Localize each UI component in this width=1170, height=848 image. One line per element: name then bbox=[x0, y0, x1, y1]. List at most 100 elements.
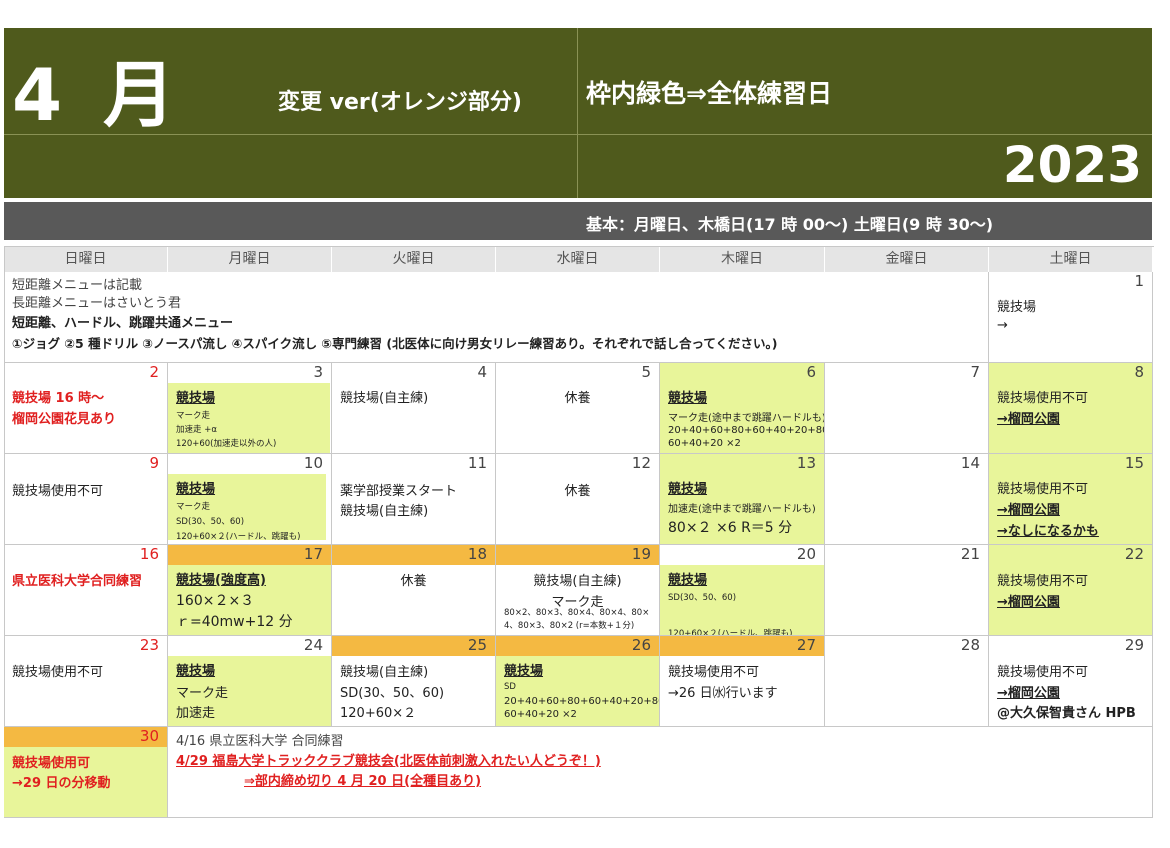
day-number: 29 bbox=[1124, 636, 1144, 654]
day-number: 23 bbox=[139, 636, 159, 654]
day-title: 競技場 bbox=[176, 664, 216, 679]
day-text: 4、80×3、80×2 (r=本数+１分) bbox=[504, 621, 635, 631]
events-note-cell: 4/16 県立医科大学 合同練習 4/29 福島大学トラッククラブ競技会(北医体… bbox=[168, 727, 1153, 818]
day-number: 22 bbox=[1124, 545, 1144, 563]
day-text: 120+60×２(ハードル、跳躍も) bbox=[668, 629, 793, 636]
day-title: 競技場 bbox=[668, 482, 708, 497]
day-cell-19[interactable]: 19 競技場(自主練) マーク走 80×2、80×3、80×4、80×4、80×… bbox=[496, 545, 660, 636]
day-number: 24 bbox=[303, 636, 323, 654]
day-text: 競技場使用可 bbox=[12, 756, 91, 771]
day-text: 休養 bbox=[400, 574, 427, 589]
day-text: 競技場(自主練) bbox=[533, 574, 622, 589]
day-cell-16[interactable]: 16 県立医科大学合同練習 bbox=[4, 545, 168, 636]
day-cell-7[interactable]: 7 bbox=[825, 363, 989, 454]
day-text: 120+60×２(ハードル、跳躍も) bbox=[176, 532, 301, 542]
day-number: 7 bbox=[970, 363, 980, 381]
day-number: 2 bbox=[149, 363, 159, 381]
day-text: 80×２ ×6 R＝5 分 bbox=[668, 520, 793, 536]
day-cell-12[interactable]: 12 休養 bbox=[496, 454, 660, 545]
day-text: 競技場(自主練) bbox=[340, 665, 429, 680]
month-title: 4 月 bbox=[12, 53, 184, 137]
day-cell-28[interactable]: 28 bbox=[825, 636, 989, 727]
day-text: →榴岡公園 bbox=[997, 412, 1060, 427]
day-text: 160×２×３ bbox=[176, 593, 255, 609]
day-text: マーク走 bbox=[176, 411, 211, 421]
day-text: →榴岡公園 bbox=[997, 595, 1060, 610]
day-number: 26 bbox=[631, 636, 651, 654]
notes-cell: 短距離メニューは記載 長距離メニューはさいとう君 短距離、ハードル、跳躍共通メニ… bbox=[4, 272, 989, 363]
day-text: 競技場 16 時～ bbox=[12, 391, 105, 406]
day-text: 競技場使用不可 bbox=[12, 484, 104, 499]
day-text: SD(30、50、60) bbox=[340, 686, 445, 701]
day-cell-4[interactable]: 4 競技場(自主練) bbox=[332, 363, 496, 454]
day-title: 競技場 bbox=[668, 573, 708, 588]
event-line-3: ⇒部内締め切り 4 月 20 日(全種目あり) bbox=[244, 774, 482, 789]
day-text: 競技場使用不可 bbox=[997, 391, 1089, 406]
day-cell-27[interactable]: 27 競技場使用不可 →26 日㈬行います bbox=[660, 636, 825, 727]
day-text: 競技場 bbox=[997, 300, 1037, 315]
day-number: 1 bbox=[1134, 272, 1144, 290]
day-cell-3[interactable]: 3 競技場 マーク走 加速走 +α 120+60(加速走以外の人) bbox=[168, 363, 332, 454]
note-line-4: ①ジョグ ②5 種ドリル ③ノースパ流し ④スパイク流し ⑤専門練習 (北医体に… bbox=[12, 336, 778, 351]
day-text: 競技場使用不可 bbox=[12, 665, 104, 680]
day-text: 休養 bbox=[564, 484, 591, 499]
day-cell-5[interactable]: 5 休養 bbox=[496, 363, 660, 454]
day-number: 4 bbox=[477, 363, 487, 381]
day-cell-10[interactable]: 10 競技場 マーク走 SD(30、50、60) 120+60×２(ハードル、跳… bbox=[168, 454, 332, 545]
day-cell-26[interactable]: 26 競技場 SD 20+40+60+80+60+40+20+80+ 60+40… bbox=[496, 636, 660, 727]
event-line-2: 4/29 福島大学トラッククラブ競技会(北医体前刺激入れたい人どうぞ！) bbox=[176, 754, 601, 769]
day-cell-18[interactable]: 18 休養 bbox=[332, 545, 496, 636]
day-number: 11 bbox=[467, 454, 487, 472]
day-cell-2[interactable]: 2 競技場 16 時～ 榴岡公園花見あり bbox=[4, 363, 168, 454]
day-number: 5 bbox=[641, 363, 651, 381]
day-number: 8 bbox=[1134, 363, 1144, 381]
day-cell-17[interactable]: 17 競技場(強度高) 160×２×３ ｒ=40mw+12 分 bbox=[168, 545, 332, 636]
day-text: → bbox=[997, 318, 1008, 333]
day-cell-22[interactable]: 22 競技場使用不可 →榴岡公園 bbox=[989, 545, 1153, 636]
day-text: 競技場(自主練) bbox=[340, 504, 429, 519]
day-cell-15[interactable]: 15 競技場使用不可 →榴岡公園 →なしになるかも bbox=[989, 454, 1153, 545]
day-cell-20[interactable]: 20 競技場 SD(30、50、60) 120+60×２(ハードル、跳躍も) bbox=[660, 545, 825, 636]
day-number: 13 bbox=[796, 454, 816, 472]
day-text: 60+40+20 ×2 bbox=[504, 709, 577, 720]
day-text: SD(30、50、60) bbox=[668, 593, 737, 603]
day-cell-13[interactable]: 13 競技場 加速走(途中まで跳躍ハードルも) 80×２ ×6 R＝5 分 bbox=[660, 454, 825, 545]
legend-note: 枠内緑色⇒全体練習日 bbox=[586, 79, 832, 108]
day-cell-6[interactable]: 6 競技場 マーク走(途中まで跳躍ハードルも) 20+40+60+80+60+4… bbox=[660, 363, 825, 454]
day-number: 27 bbox=[796, 636, 816, 654]
day-number: 20 bbox=[796, 545, 816, 563]
day-text: ｒ=40mw+12 分 bbox=[176, 614, 293, 630]
day-text: 休養 bbox=[564, 391, 591, 406]
day-text: 20+40+60+80+60+40+20+80+ bbox=[504, 696, 660, 707]
day-cell-23[interactable]: 23 競技場使用不可 bbox=[4, 636, 168, 727]
day-number: 17 bbox=[303, 545, 323, 563]
day-text: マーク走 bbox=[176, 686, 229, 701]
day-cell-1[interactable]: 1 競技場 → bbox=[989, 272, 1153, 363]
day-text: 60+40+20 ×2 bbox=[668, 438, 741, 449]
day-number: 10 bbox=[303, 454, 323, 472]
day-cell-30[interactable]: 30 競技場使用可 →29 日の分移動 bbox=[4, 727, 168, 818]
day-title: 競技場(強度高) bbox=[176, 573, 266, 588]
day-number: 25 bbox=[467, 636, 487, 654]
day-text: 榴岡公園花見あり bbox=[12, 412, 117, 427]
day-text: 120+60(加速走以外の人) bbox=[176, 439, 277, 449]
change-note: 変更 ver(オレンジ部分) bbox=[278, 90, 522, 115]
year-title: 2023 bbox=[1002, 136, 1142, 194]
day-cell-21[interactable]: 21 bbox=[825, 545, 989, 636]
day-cell-29[interactable]: 29 競技場使用不可 →榴岡公園 @大久保智貴さん HPB bbox=[989, 636, 1153, 727]
day-text: 20+40+60+80+60+40+20+80+ bbox=[668, 425, 825, 436]
day-cell-14[interactable]: 14 bbox=[825, 454, 989, 545]
day-text: @大久保智貴さん HPB bbox=[997, 706, 1136, 721]
day-text: →29 日の分移動 bbox=[12, 776, 111, 791]
banner-divider-vertical bbox=[577, 28, 578, 198]
day-number: 6 bbox=[806, 363, 816, 381]
day-cell-25[interactable]: 25 競技場(自主練) SD(30、50、60) 120+60×２ bbox=[332, 636, 496, 727]
day-cell-11[interactable]: 11 薬学部授業スタート 競技場(自主練) bbox=[332, 454, 496, 545]
day-cell-9[interactable]: 9 競技場使用不可 bbox=[4, 454, 168, 545]
day-text: 加速走(途中まで跳躍ハードルも) bbox=[668, 504, 816, 515]
day-text: 競技場使用不可 bbox=[997, 574, 1089, 589]
day-cell-8[interactable]: 8 競技場使用不可 →榴岡公園 bbox=[989, 363, 1153, 454]
day-text: マーク走 bbox=[176, 502, 211, 512]
day-number: 12 bbox=[631, 454, 651, 472]
day-cell-24[interactable]: 24 競技場 マーク走 加速走 bbox=[168, 636, 332, 727]
